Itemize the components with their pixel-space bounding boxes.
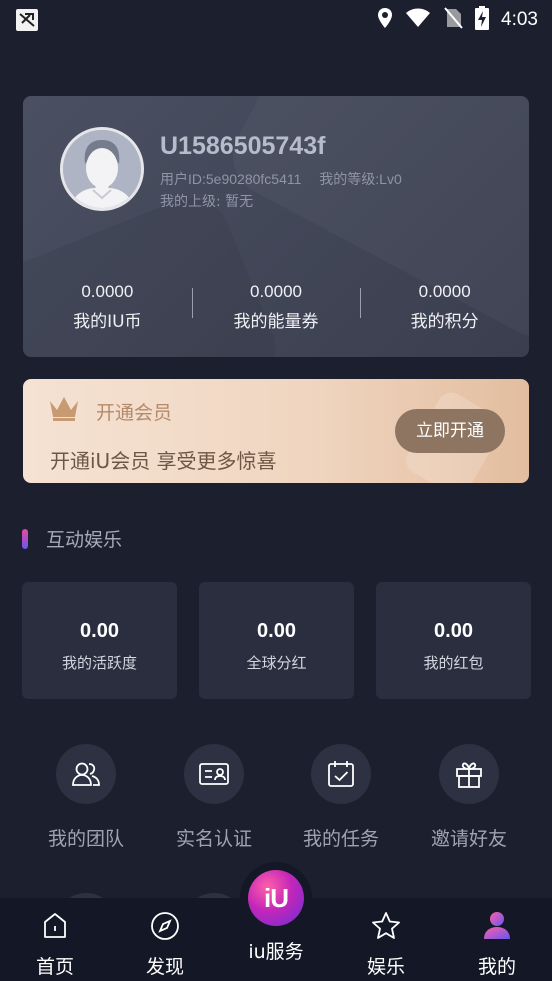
card-value: 0.00 xyxy=(257,620,296,642)
stat-divider xyxy=(191,288,193,318)
card-label: 我的活跃度 xyxy=(61,654,137,672)
user-level: 我的等级:Lv0 xyxy=(319,171,402,187)
avatar[interactable] xyxy=(60,127,144,211)
vip-title: 开通会员 xyxy=(96,402,173,424)
no-sim-icon xyxy=(443,7,463,33)
battery-charging-icon xyxy=(475,6,490,34)
shortcut-label: 我的任务 xyxy=(302,828,379,850)
id-card-icon xyxy=(184,744,244,804)
activate-vip-button[interactable]: 立即开通 xyxy=(395,409,505,453)
stat-label: 我的能量券 xyxy=(233,312,319,332)
card-red-packet[interactable]: 0.00 我的红包 xyxy=(376,582,531,699)
card-label: 全球分红 xyxy=(246,654,307,672)
stat-divider xyxy=(360,288,362,318)
wifi-icon xyxy=(405,8,431,32)
team-icon xyxy=(56,744,116,804)
tab-label: iu服务 xyxy=(248,941,304,963)
stat-energy-coupon[interactable]: 0.0000 我的能量券 xyxy=(191,282,361,332)
stat-label: 我的积分 xyxy=(410,312,479,332)
vip-subtitle: 开通iU会员 享受更多惊喜 xyxy=(50,449,277,473)
shortcut-label: 我的团队 xyxy=(47,828,124,850)
stat-value: 0.0000 xyxy=(418,282,471,301)
star-icon xyxy=(370,912,402,946)
stats-row: 0.0000 我的IU币 0.0000 我的能量券 0.0000 我的积分 xyxy=(23,282,529,332)
tab-label: 首页 xyxy=(35,956,74,978)
tab-iu-service[interactable]: iU iu服务 xyxy=(221,862,331,964)
home-icon xyxy=(39,913,71,946)
shortcut-invite-friends[interactable]: 邀请好友 xyxy=(405,744,533,851)
status-time: 4:03 xyxy=(501,9,538,30)
user-id: 用户ID:5e90280fc5411 xyxy=(160,171,302,187)
shortcut-my-team[interactable]: 我的团队 xyxy=(22,744,150,851)
tab-label: 我的 xyxy=(477,956,516,978)
tab-label: 发现 xyxy=(145,956,184,978)
tab-mine[interactable]: 我的 xyxy=(442,910,552,979)
card-label: 我的红包 xyxy=(423,654,484,672)
card-value: 0.00 xyxy=(80,620,119,642)
stat-value: 0.0000 xyxy=(250,282,302,301)
tab-discover[interactable]: 发现 xyxy=(110,910,220,979)
compass-icon xyxy=(149,912,181,946)
stat-iu-coin[interactable]: 0.0000 我的IU币 xyxy=(23,282,192,332)
username: U1586505743f xyxy=(160,132,326,160)
location-icon xyxy=(377,7,393,33)
card-value: 0.00 xyxy=(434,620,473,642)
shortcut-label: 邀请好友 xyxy=(430,828,507,850)
profile-card: U1586505743f 用户ID:5e90280fc5411 我的等级:Lv0… xyxy=(23,96,529,357)
iu-logo-icon: iU xyxy=(248,870,304,926)
app-notification-icon xyxy=(16,9,38,31)
center-ring: iU xyxy=(240,862,312,934)
tab-label: 娱乐 xyxy=(366,956,405,978)
user-superior: 我的上级: 暂无 xyxy=(160,194,254,210)
tab-home[interactable]: 首页 xyxy=(0,910,110,979)
stat-label: 我的IU币 xyxy=(73,312,142,332)
shortcut-my-tasks[interactable]: 我的任务 xyxy=(277,744,405,851)
shortcut-label: 实名认证 xyxy=(175,828,252,850)
tab-entertainment[interactable]: 娱乐 xyxy=(331,910,441,979)
user-icon xyxy=(481,912,513,946)
user-meta: 用户ID:5e90280fc5411 我的等级:Lv0 xyxy=(160,169,402,189)
card-global-dividend[interactable]: 0.00 全球分红 xyxy=(199,582,354,699)
shortcut-real-name-auth[interactable]: 实名认证 xyxy=(150,744,278,851)
gift-icon xyxy=(439,744,499,804)
crown-icon xyxy=(48,393,80,427)
vip-banner[interactable]: 开通会员 开通iU会员 享受更多惊喜 立即开通 xyxy=(23,379,529,483)
section-accent-bar xyxy=(22,529,28,549)
section-title: 互动娱乐 xyxy=(46,529,123,551)
status-bar: 4:03 xyxy=(0,0,552,40)
stat-points[interactable]: 0.0000 我的积分 xyxy=(360,282,529,332)
task-calendar-icon xyxy=(311,744,371,804)
card-activity[interactable]: 0.00 我的活跃度 xyxy=(22,582,177,699)
stat-value: 0.0000 xyxy=(81,282,134,301)
